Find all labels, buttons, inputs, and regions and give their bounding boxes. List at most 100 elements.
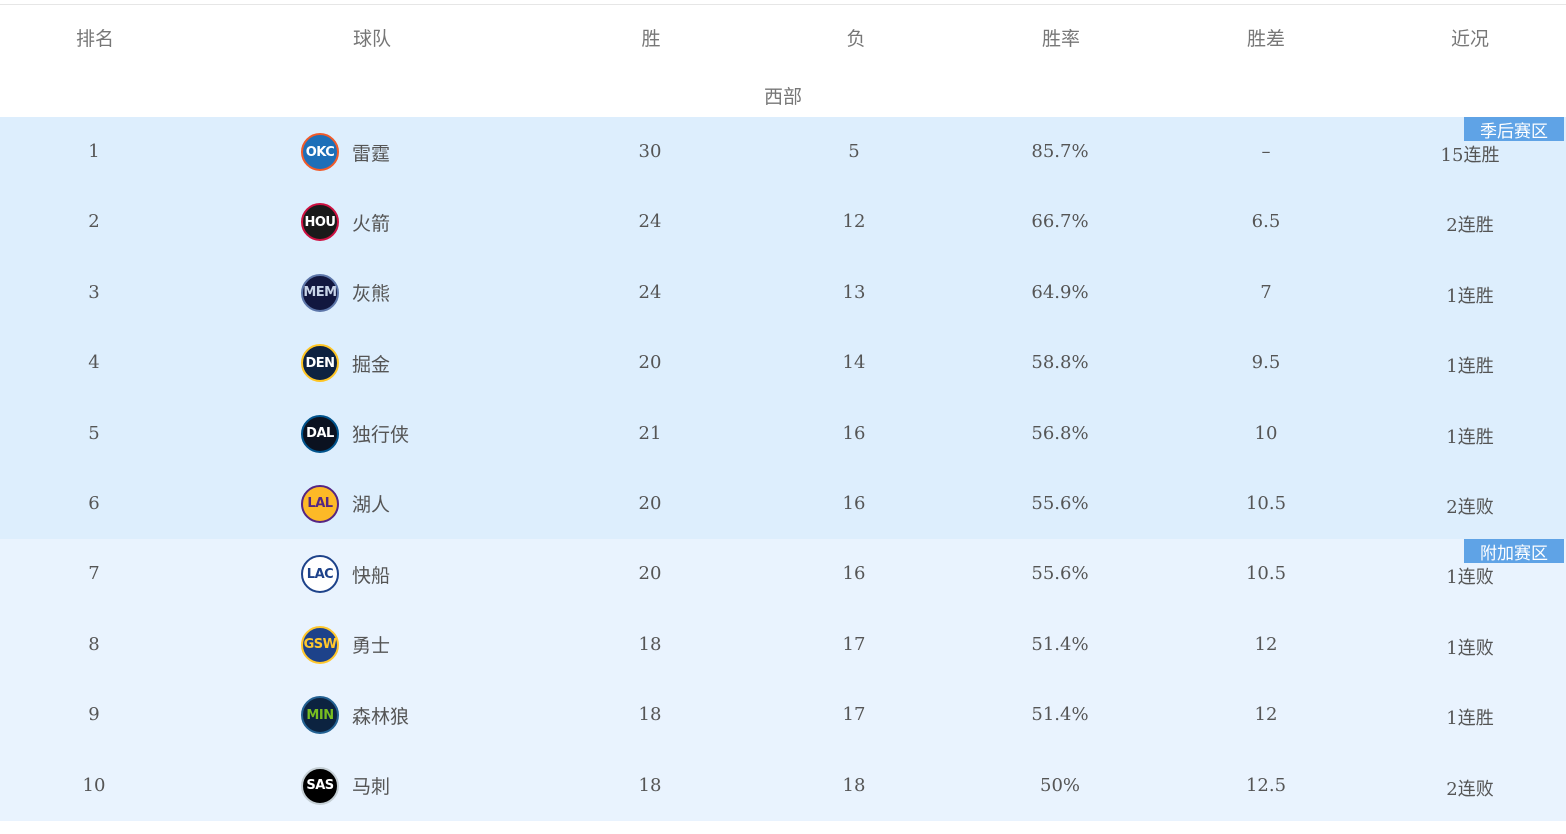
team-logo-icon: MEM [301,273,339,312]
gb-cell: 10 [1254,422,1278,444]
table-row[interactable]: 10 18 18 50% 12.5 2连败 SAS 马刺 [0,750,1566,821]
gb-cell: 10.5 [1245,563,1287,585]
streak-cell: 2连胜 [1446,215,1494,237]
column-header-team[interactable]: 球队 [353,24,391,51]
losses-cell: 5 [848,141,860,162]
rank-cell: 1 [88,141,100,162]
streak-cell: 1连胜 [1446,356,1494,378]
pct-cell: 66.7% [1031,211,1089,233]
losses-cell: 12 [842,211,866,233]
wins-cell: 20 [638,352,662,374]
table-row[interactable]: 6 20 16 55.6% 10.5 2连败 LAL 湖人 [0,468,1566,540]
losses-cell: 16 [842,422,866,444]
table-row[interactable]: 2 24 12 66.7% 6.5 2连胜 HOU 火箭 [0,187,1566,258]
bottom-spacer [0,821,1566,834]
team-cell[interactable]: HOU 火箭 [301,203,390,242]
wins-cell: 24 [638,211,662,233]
wins-cell: 18 [638,633,662,655]
team-cell[interactable]: DEN 掘金 [301,344,390,383]
pct-cell: 55.6% [1031,563,1089,585]
wins-cell: 20 [638,492,662,514]
wins-cell: 21 [638,422,662,444]
team-cell[interactable]: MIN 森林狼 [301,696,409,735]
pct-cell: 51.4% [1031,633,1089,655]
table-row[interactable]: 8 18 17 51.4% 12 1连败 GSW 勇士 [0,609,1566,681]
losses-cell: 18 [842,774,866,796]
team-logo-icon: LAL [301,484,339,523]
gb-cell: 12.5 [1245,774,1287,796]
team-cell[interactable]: LAC 快船 [301,555,390,594]
pct-cell: 56.8% [1031,422,1089,444]
team-name[interactable]: 灰熊 [352,279,390,306]
table-header: 排名 球队 胜 负 胜率 胜差 近况 [0,14,1566,60]
rank-cell: 5 [88,422,100,444]
pct-cell: 55.6% [1031,492,1089,514]
streak-cell: 1连败 [1446,637,1494,659]
wins-cell: 24 [638,281,662,303]
team-name[interactable]: 快船 [352,561,390,588]
streak-cell: 1连败 [1446,567,1494,589]
column-header-wins[interactable]: 胜 [641,24,660,51]
pct-cell: 85.7% [1031,141,1089,162]
losses-cell: 14 [842,352,866,374]
team-name[interactable]: 雷霆 [352,139,390,166]
team-logo-icon: OKC [301,133,339,171]
rank-cell: 6 [88,492,100,514]
team-name[interactable]: 森林狼 [352,702,409,729]
losses-cell: 16 [842,492,866,514]
team-name[interactable]: 勇士 [352,631,390,658]
conference-label: 西部 [763,86,803,108]
rank-cell: 2 [88,211,100,233]
column-header-losses[interactable]: 负 [846,24,865,51]
losses-cell: 17 [842,633,866,655]
table-row[interactable]: 7 20 16 55.6% 10.5 1连败 LAC 快船 [0,539,1566,610]
streak-cell: 1连胜 [1446,708,1494,730]
table-row[interactable]: 3 24 13 64.9% 7 1连胜 MEM 灰熊 [0,257,1566,329]
gb-cell: 12 [1254,704,1278,726]
streak-cell: 1连胜 [1446,426,1494,448]
team-logo-icon: MIN [301,696,339,735]
team-cell[interactable]: LAL 湖人 [301,484,390,523]
wins-cell: 20 [638,563,662,585]
wins-cell: 18 [638,774,662,796]
table-row[interactable]: 5 21 16 56.8% 10 1连胜 DAL 独行侠 [0,398,1566,469]
streak-cell: 2连败 [1446,778,1494,800]
pct-cell: 58.8% [1031,352,1089,374]
gb-cell: – [1261,141,1271,162]
team-name[interactable]: 马刺 [352,772,390,799]
rank-cell: 9 [88,704,100,726]
rank-cell: 10 [82,774,106,796]
team-name[interactable]: 湖人 [352,490,390,517]
losses-cell: 16 [842,563,866,585]
gb-cell: 7 [1260,281,1272,303]
team-logo-icon: LAC [301,555,339,594]
rank-cell: 8 [88,633,100,655]
team-cell[interactable]: SAS 马刺 [301,766,390,805]
gb-cell: 12 [1254,633,1278,655]
table-row[interactable]: 1 30 5 85.7% – 15连胜 OKC 雷霆 [0,117,1566,188]
column-header-pct[interactable]: 胜率 [1042,24,1080,51]
team-cell[interactable]: OKC 雷霆 [301,133,390,171]
rank-cell: 4 [88,352,100,374]
column-header-rank[interactable]: 排名 [76,24,114,51]
team-cell[interactable]: MEM 灰熊 [301,273,390,312]
team-name[interactable]: 火箭 [352,209,390,236]
table-row[interactable]: 4 20 14 58.8% 9.5 1连胜 DEN 掘金 [0,328,1566,399]
table-row[interactable]: 9 18 17 51.4% 12 1连胜 MIN 森林狼 [0,680,1566,751]
team-name[interactable]: 掘金 [352,350,390,377]
team-cell[interactable]: DAL 独行侠 [301,414,409,453]
streak-cell: 2连败 [1446,496,1494,518]
gb-cell: 9.5 [1251,352,1281,374]
pct-cell: 50% [1039,774,1081,796]
team-cell[interactable]: GSW 勇士 [301,625,390,664]
rank-cell: 3 [88,281,100,303]
team-logo-icon: SAS [301,766,339,805]
team-logo-icon: HOU [301,203,339,242]
standings-table: 1 30 5 85.7% – 15连胜 OKC 雷霆 2 24 12 66.7% 6.5 2连胜 HOU 火箭… [0,117,1566,821]
losses-cell: 17 [842,704,866,726]
pct-cell: 51.4% [1031,704,1089,726]
column-header-gb[interactable]: 胜差 [1247,24,1285,51]
team-logo-icon: DAL [301,414,339,453]
team-name[interactable]: 独行侠 [352,420,409,447]
column-header-streak[interactable]: 近况 [1451,24,1489,51]
